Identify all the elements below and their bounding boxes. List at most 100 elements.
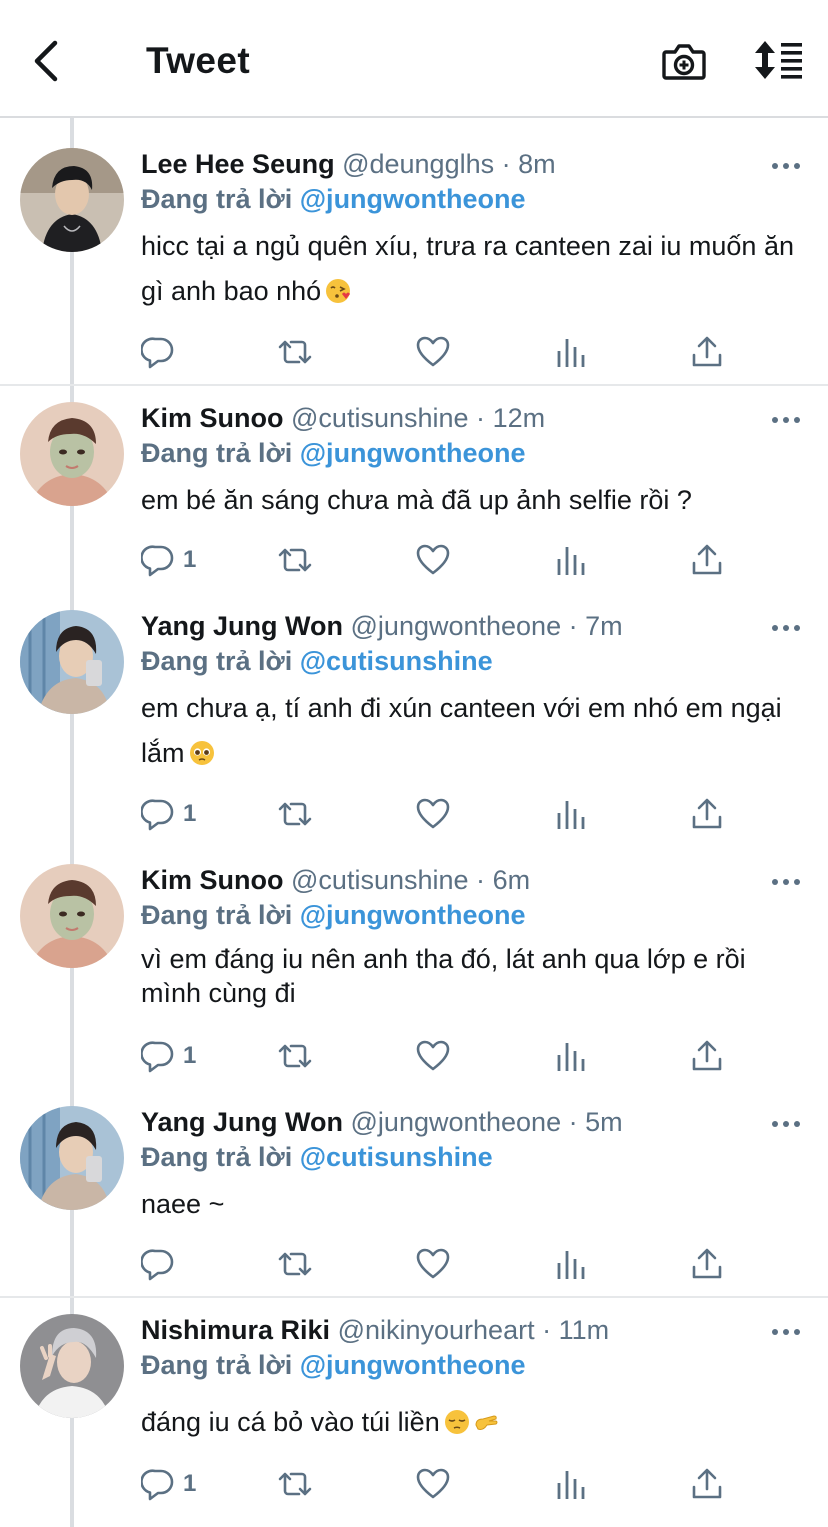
more-horizontal-icon <box>772 1121 800 1127</box>
share-button[interactable] <box>691 1464 723 1504</box>
more-horizontal-icon <box>772 879 800 885</box>
display-name[interactable]: Kim Sunoo <box>141 403 284 433</box>
retweet-button[interactable] <box>276 540 314 580</box>
tweet-text: đáng iu cá bỏ vào túi liền <box>141 1400 801 1445</box>
share-button[interactable] <box>691 1036 723 1076</box>
more-options-button[interactable] <box>770 618 802 638</box>
tweet-header: Lee Hee Seung @deungglhs · 8m <box>141 147 556 181</box>
mention-link[interactable]: @jungwontheone <box>300 184 526 214</box>
retweet-button[interactable] <box>276 794 314 834</box>
like-button[interactable] <box>415 1244 451 1284</box>
timestamp: 11m <box>558 1315 610 1345</box>
more-options-button[interactable] <box>770 1322 802 1342</box>
avatar[interactable] <box>20 610 124 714</box>
separator-dot: · <box>476 403 486 433</box>
tweet[interactable]: Yang Jung Won @jungwontheone · 5m Đang t… <box>0 1092 828 1298</box>
username[interactable]: @cutisunshine <box>291 865 469 895</box>
analytics-icon <box>557 1251 585 1279</box>
retweet-button[interactable] <box>276 1244 314 1284</box>
timestamp: 8m <box>518 149 556 179</box>
analytics-icon <box>557 339 585 367</box>
timestamp: 6m <box>492 865 531 895</box>
like-button[interactable] <box>415 332 451 372</box>
back-button[interactable] <box>26 38 66 84</box>
display-name[interactable]: Yang Jung Won <box>141 611 343 641</box>
avatar[interactable] <box>20 864 124 968</box>
reply-count: 1 <box>183 1042 197 1069</box>
more-options-button[interactable] <box>770 872 802 892</box>
tweet-text: em chưa ạ, tí anh đi xún canteen với em … <box>141 686 801 776</box>
pensive-face-icon <box>444 1410 469 1434</box>
retweet-button[interactable] <box>276 1464 314 1504</box>
reply-button[interactable]: 1 <box>141 794 196 834</box>
tweet-text: naee ~ <box>141 1182 801 1227</box>
username[interactable]: @jungwontheone <box>351 1107 562 1137</box>
timestamp: 7m <box>585 611 623 641</box>
replying-to: Đang trả lời @jungwontheone <box>141 436 526 470</box>
reply-button[interactable]: 1 <box>141 540 196 580</box>
display-name[interactable]: Kim Sunoo <box>141 865 284 895</box>
username[interactable]: @cutisunshine <box>291 403 469 433</box>
face-blowing-kiss-icon <box>326 279 351 303</box>
like-button[interactable] <box>415 794 451 834</box>
like-button[interactable] <box>415 1464 451 1504</box>
more-options-button[interactable] <box>770 1114 802 1134</box>
tweet[interactable]: Yang Jung Won @jungwontheone · 7m Đang t… <box>0 596 828 850</box>
tweet[interactable]: Kim Sunoo @cutisunshine · 6m Đang trả lờ… <box>0 850 828 1092</box>
mention-link[interactable]: @jungwontheone <box>300 1350 526 1380</box>
heart-icon <box>416 1468 450 1499</box>
tweet[interactable]: Kim Sunoo @cutisunshine · 12m Đang trả l… <box>0 386 828 596</box>
mention-link[interactable]: @jungwontheone <box>300 900 526 930</box>
reply-icon <box>141 337 174 369</box>
reply-button[interactable] <box>141 1244 183 1284</box>
sort-button[interactable] <box>754 40 804 80</box>
retweet-button[interactable] <box>276 332 314 372</box>
timestamp: 5m <box>585 1107 623 1137</box>
view-stats-button[interactable] <box>555 794 587 834</box>
username[interactable]: @jungwontheone <box>351 611 562 641</box>
view-stats-button[interactable] <box>555 1464 587 1504</box>
tweet-actions: 1 <box>0 1464 828 1504</box>
analytics-icon <box>557 1043 585 1071</box>
share-button[interactable] <box>691 540 723 580</box>
like-button[interactable] <box>415 1036 451 1076</box>
reply-button[interactable]: 1 <box>141 1036 196 1076</box>
avatar[interactable] <box>20 1106 124 1210</box>
top-bar: Tweet <box>0 0 828 118</box>
avatar[interactable] <box>20 148 124 252</box>
display-name[interactable]: Nishimura Riki <box>141 1315 330 1345</box>
tweet[interactable]: Lee Hee Seung @deungglhs · 8m Đang trả l… <box>0 118 828 386</box>
display-name[interactable]: Yang Jung Won <box>141 1107 343 1137</box>
tweet-text-content: hicc tại a ngủ quên xíu, trưa ra canteen… <box>141 231 794 306</box>
reply-icon <box>141 545 174 577</box>
view-stats-button[interactable] <box>555 1244 587 1284</box>
mention-link[interactable]: @cutisunshine <box>300 1142 493 1172</box>
more-options-button[interactable] <box>770 410 802 430</box>
reply-button[interactable]: 1 <box>141 1464 196 1504</box>
mention-link[interactable]: @jungwontheone <box>300 438 526 468</box>
view-stats-button[interactable] <box>555 1036 587 1076</box>
like-button[interactable] <box>415 540 451 580</box>
retweet-button[interactable] <box>276 1036 314 1076</box>
reply-icon <box>141 1469 174 1501</box>
display-name[interactable]: Lee Hee Seung <box>141 149 335 179</box>
more-options-button[interactable] <box>770 156 802 176</box>
view-stats-button[interactable] <box>555 332 587 372</box>
reply-button[interactable] <box>141 332 183 372</box>
tweet[interactable]: Nishimura Riki @nikinyourheart · 11m Đan… <box>0 1298 828 1527</box>
retweet-icon <box>278 548 312 572</box>
replying-to: Đang trả lời @cutisunshine <box>141 644 493 678</box>
username[interactable]: @nikinyourheart <box>338 1315 535 1345</box>
separator-dot: · <box>568 611 578 641</box>
avatar[interactable] <box>20 402 124 506</box>
camera-button[interactable] <box>662 40 706 82</box>
view-stats-button[interactable] <box>555 540 587 580</box>
mention-link[interactable]: @cutisunshine <box>300 646 493 676</box>
share-button[interactable] <box>691 794 723 834</box>
share-button[interactable] <box>691 1244 723 1284</box>
share-button[interactable] <box>691 332 723 372</box>
username[interactable]: @deungglhs <box>342 149 494 179</box>
tweet-text-content: đáng iu cá bỏ vào túi liền <box>141 1407 440 1437</box>
avatar[interactable] <box>20 1314 124 1418</box>
separator-dot: · <box>476 865 486 895</box>
